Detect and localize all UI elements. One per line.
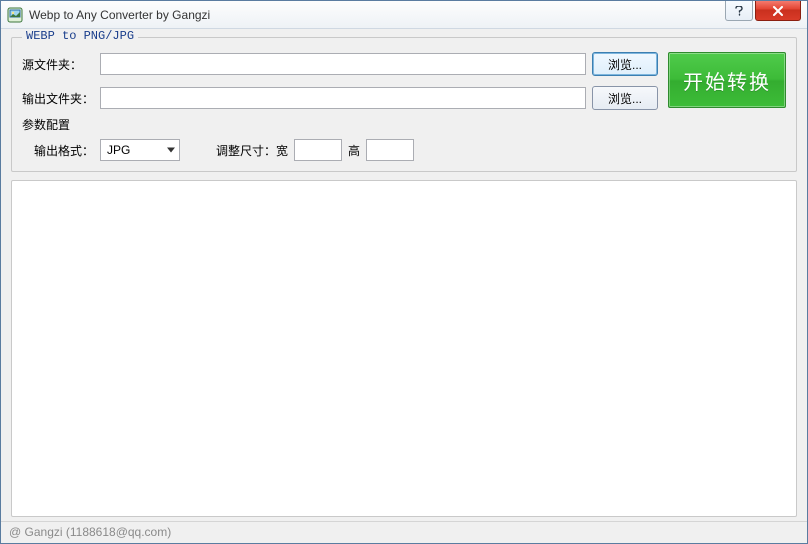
height-label: 高 (348, 142, 360, 159)
help-button[interactable] (725, 1, 753, 21)
browse-source-button[interactable]: 浏览... (592, 52, 658, 76)
app-window: Webp to Any Converter by Gangzi WEBP to … (0, 0, 808, 544)
start-convert-button[interactable]: 开始转换 (668, 52, 786, 108)
resize-width-input[interactable] (294, 139, 342, 161)
form-left: 源文件夹： 浏览... 输出文件夹： 浏览... (22, 52, 658, 110)
group-legend: WEBP to PNG/JPG (22, 29, 138, 43)
output-row: 输出文件夹： 浏览... (22, 86, 658, 110)
source-label: 源文件夹： (22, 56, 94, 73)
resize-label: 调整尺寸：宽 (216, 142, 288, 159)
log-output-area[interactable] (11, 180, 797, 517)
form-area: 源文件夹： 浏览... 输出文件夹： 浏览... 开始转换 (22, 52, 786, 110)
params-section: 参数配置 输出格式： JPG 调整尺寸：宽 高 (22, 116, 786, 161)
format-label: 输出格式： (34, 142, 94, 159)
output-label: 输出文件夹： (22, 90, 94, 107)
client-area: WEBP to PNG/JPG 源文件夹： 浏览... 输出文件夹： 浏览...… (1, 29, 807, 521)
close-button[interactable] (755, 1, 801, 21)
source-row: 源文件夹： 浏览... (22, 52, 658, 76)
window-title: Webp to Any Converter by Gangzi (29, 8, 210, 22)
titlebar: Webp to Any Converter by Gangzi (1, 1, 807, 29)
output-folder-input[interactable] (100, 87, 586, 109)
resize-height-input[interactable] (366, 139, 414, 161)
status-text: @ Gangzi (1188618@qq.com) (9, 525, 171, 539)
app-icon (7, 7, 23, 23)
window-buttons (725, 1, 807, 21)
conversion-group: WEBP to PNG/JPG 源文件夹： 浏览... 输出文件夹： 浏览...… (11, 37, 797, 172)
params-row: 输出格式： JPG 调整尺寸：宽 高 (22, 139, 786, 161)
chevron-down-icon (167, 148, 175, 153)
browse-output-button[interactable]: 浏览... (592, 86, 658, 110)
params-title: 参数配置 (22, 116, 786, 133)
source-folder-input[interactable] (100, 53, 586, 75)
output-format-select[interactable]: JPG (100, 139, 180, 161)
statusbar: @ Gangzi (1188618@qq.com) (1, 521, 807, 543)
output-format-value: JPG (107, 143, 130, 157)
